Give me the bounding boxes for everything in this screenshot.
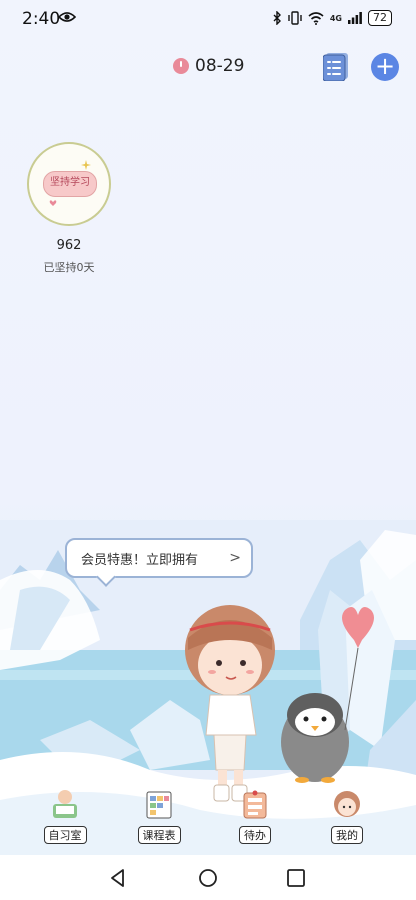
sparkle-icon	[81, 160, 91, 170]
nav-label-schedule: 课程表	[137, 826, 181, 844]
recent-apps-icon[interactable]	[286, 868, 306, 888]
vibrate-icon	[288, 11, 302, 25]
nav-item-study-room[interactable]: 自习室	[35, 788, 95, 844]
nav-item-todo[interactable]: 待办	[225, 788, 285, 844]
nav-item-profile[interactable]: 我的	[317, 788, 377, 844]
status-time: 2:40	[22, 9, 61, 29]
date-display[interactable]: 08-29	[173, 56, 244, 76]
eye-icon	[58, 12, 76, 22]
signal-label: 4G	[329, 13, 342, 23]
promo-text: 会员特惠！立即拥有	[81, 552, 199, 568]
status-icons: 4G 72	[272, 10, 392, 26]
bottom-nav: 自习室 课程表 待办 我的	[0, 788, 416, 848]
todo-icon	[243, 790, 267, 819]
nav-item-schedule[interactable]: 课程表	[129, 788, 189, 844]
schedule-icon	[146, 791, 172, 819]
goal-sticker: 坚持学习	[43, 171, 97, 197]
chevron-right-icon: >	[229, 550, 241, 566]
goal-circle: 坚持学习	[27, 142, 111, 226]
heart-icon	[49, 200, 57, 206]
plus-icon: +	[374, 52, 396, 80]
system-nav-bar	[0, 855, 416, 900]
goal-count: 962	[56, 238, 82, 253]
nav-label-profile: 我的	[331, 826, 363, 844]
add-button[interactable]: +	[371, 53, 399, 81]
clock-icon	[173, 58, 189, 74]
list-button[interactable]	[323, 53, 349, 81]
nav-label-study-room: 自习室	[43, 826, 87, 844]
profile-icon	[334, 791, 360, 817]
status-bar: 2:40 4G 72	[0, 0, 416, 40]
bluetooth-icon	[273, 11, 281, 25]
goal-streak: 已坚持0天	[43, 261, 95, 274]
wifi-icon	[308, 11, 324, 25]
battery-indicator: 72	[368, 10, 392, 26]
back-icon[interactable]	[108, 868, 128, 888]
goal-card[interactable]: 坚持学习 962 已坚持0天	[27, 142, 111, 275]
home-icon[interactable]	[198, 868, 218, 888]
signal-icon	[348, 12, 362, 24]
promo-banner[interactable]: 会员特惠！立即拥有 >	[65, 538, 253, 587]
study-room-icon	[53, 790, 77, 818]
date-text: 08-29	[195, 56, 245, 76]
nav-label-todo: 待办	[239, 826, 271, 844]
